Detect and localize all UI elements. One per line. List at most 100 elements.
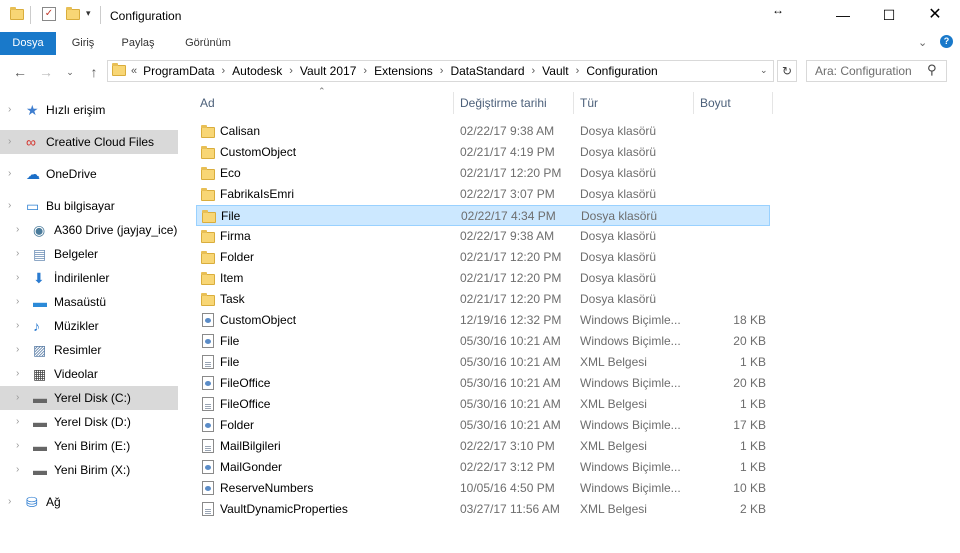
breadcrumb-item[interactable]: Extensions: [374, 64, 433, 78]
minimize-button[interactable]: —: [820, 0, 866, 30]
chevron-right-icon[interactable]: ›: [8, 130, 11, 154]
maximize-button[interactable]: ☐: [866, 0, 912, 30]
column-header-date[interactable]: Değiştirme tarihi: [460, 92, 547, 114]
nav-item[interactable]: › ⛁ Ağ: [0, 490, 178, 514]
address-dropdown-icon[interactable]: ⌄: [760, 65, 768, 76]
chevron-right-icon[interactable]: ›: [16, 314, 19, 338]
forward-button[interactable]: →: [36, 62, 56, 82]
nav-item[interactable]: › ◉ A360 Drive (jayjay_ice): [0, 218, 178, 242]
chevron-right-icon[interactable]: ›: [532, 65, 536, 77]
new-folder-icon[interactable]: [66, 7, 80, 20]
quick-access-dropdown-icon[interactable]: ▾: [86, 8, 91, 19]
breadcrumb-item[interactable]: Vault: [542, 64, 568, 78]
nav-item[interactable]: › ☁ OneDrive: [0, 162, 178, 186]
file-row[interactable]: File 05/30/16 10:21 AM XML Belgesi 1 KB: [196, 352, 770, 373]
refresh-button[interactable]: ↻: [777, 60, 797, 82]
breadcrumb-item[interactable]: ProgramData: [143, 64, 214, 78]
recent-locations-icon[interactable]: ⌄: [60, 62, 80, 82]
nav-item[interactable]: › ▨ Resimler: [0, 338, 178, 362]
breadcrumb-item[interactable]: Vault 2017: [300, 64, 357, 78]
column-divider[interactable]: [772, 92, 773, 114]
chevron-right-icon[interactable]: ›: [16, 290, 19, 314]
file-row[interactable]: FabrikaIsEmri 02/22/17 3:07 PM Dosya klasö…: [196, 184, 770, 205]
file-row[interactable]: CustomObject 02/21/17 4:19 PM Dosya klasör…: [196, 142, 770, 163]
file-row[interactable]: Firma 02/22/17 9:38 AM Dosya klasörü: [196, 226, 770, 247]
file-row[interactable]: Folder 05/30/16 10:21 AM Windows Biçimle..…: [196, 415, 770, 436]
expand-ribbon-icon[interactable]: ⌄: [918, 36, 927, 49]
file-row[interactable]: VaultDynamicProperties 03/27/17 11:56 AM X…: [196, 499, 770, 520]
chevron-right-icon[interactable]: ›: [16, 434, 19, 458]
nav-item[interactable]: › ♪ Müzikler: [0, 314, 178, 338]
file-row[interactable]: Calisan 02/22/17 9:38 AM Dosya klasörü: [196, 121, 770, 142]
chevron-right-icon[interactable]: ›: [16, 242, 19, 266]
nav-item[interactable]: › ▬ Yeni Birim (X:): [0, 458, 178, 482]
file-row[interactable]: Eco 02/21/17 12:20 PM Dosya klasörü: [196, 163, 770, 184]
column-divider[interactable]: [573, 92, 574, 114]
nav-item-label: Hızlı erişim: [46, 103, 106, 117]
nav-item[interactable]: › ⬇ İndirilenler: [0, 266, 178, 290]
chevron-right-icon[interactable]: ›: [289, 65, 293, 77]
file-row[interactable]: ReserveNumbers 10/05/16 4:50 PM Windows Bi…: [196, 478, 770, 499]
file-date: 02/22/17 3:07 PM: [460, 187, 555, 201]
file-row[interactable]: File 05/30/16 10:21 AM Windows Biçimle... 2…: [196, 331, 770, 352]
nav-item[interactable]: › ▦ Videolar: [0, 362, 178, 386]
chevron-right-icon[interactable]: ›: [16, 266, 19, 290]
breadcrumb-item[interactable]: DataStandard: [450, 64, 524, 78]
chevron-right-icon[interactable]: ›: [363, 65, 367, 77]
video-icon: ▦: [33, 366, 47, 382]
breadcrumb-item[interactable]: Autodesk: [232, 64, 282, 78]
chevron-right-icon[interactable]: ›: [8, 194, 11, 218]
tab-gorunum[interactable]: Görünüm: [172, 32, 244, 55]
properties-icon[interactable]: ✓: [42, 7, 56, 21]
file-row[interactable]: Task 02/21/17 12:20 PM Dosya klasörü: [196, 289, 770, 310]
chevron-right-icon[interactable]: ›: [16, 218, 19, 242]
tab-paylas[interactable]: Paylaş: [112, 32, 164, 55]
file-row[interactable]: FileOffice 05/30/16 10:21 AM XML Belgesi 1 …: [196, 394, 770, 415]
file-name: MailBilgileri: [220, 439, 281, 453]
nav-item[interactable]: › ▬ Masaüstü: [0, 290, 178, 314]
column-divider[interactable]: [453, 92, 454, 114]
chevron-right-icon[interactable]: ›: [16, 410, 19, 434]
chevron-right-icon[interactable]: ›: [222, 65, 226, 77]
back-button[interactable]: ←: [10, 62, 30, 82]
file-date: 02/21/17 12:20 PM: [460, 292, 562, 306]
breadcrumb-item[interactable]: Configuration: [586, 64, 657, 78]
help-icon[interactable]: ?: [940, 35, 953, 48]
tab-giris[interactable]: Giriş: [60, 32, 106, 55]
nav-item[interactable]: › ▬ Yeni Birim (E:): [0, 434, 178, 458]
file-row[interactable]: Folder 02/21/17 12:20 PM Dosya klasörü: [196, 247, 770, 268]
nav-item-label: Masaüstü: [54, 295, 107, 309]
chevron-right-icon[interactable]: ›: [440, 65, 444, 77]
search-icon[interactable]: ⚲: [927, 62, 937, 78]
close-button[interactable]: ✕: [912, 0, 958, 30]
xaml-file-icon: [202, 334, 214, 348]
file-row[interactable]: MailBilgileri 02/22/17 3:10 PM XML Belgesi…: [196, 436, 770, 457]
up-button[interactable]: ↑: [84, 62, 104, 82]
chevron-right-icon[interactable]: ›: [16, 338, 19, 362]
file-row[interactable]: File 02/22/17 4:34 PM Dosya klasörü: [196, 205, 770, 226]
nav-item-label: A360 Drive (jayjay_ice): [54, 223, 178, 237]
column-divider[interactable]: [693, 92, 694, 114]
chevron-right-icon[interactable]: ›: [8, 162, 11, 186]
chevron-right-icon[interactable]: ›: [8, 98, 11, 122]
column-header-type[interactable]: Tür: [580, 92, 598, 114]
column-header-size[interactable]: Boyut: [700, 92, 731, 114]
chevron-right-icon[interactable]: ›: [16, 386, 19, 410]
nav-item[interactable]: › ▭ Bu bilgisayar: [0, 194, 178, 218]
chevron-right-icon[interactable]: ›: [8, 490, 11, 514]
file-row[interactable]: Item 02/21/17 12:20 PM Dosya klasörü: [196, 268, 770, 289]
nav-item[interactable]: › ∞ Creative Cloud Files: [0, 130, 178, 154]
file-row[interactable]: FileOffice 05/30/16 10:21 AM Windows Biçim…: [196, 373, 770, 394]
nav-item[interactable]: › ▤ Belgeler: [0, 242, 178, 266]
chevron-right-icon[interactable]: ›: [16, 362, 19, 386]
tab-dosya[interactable]: Dosya: [0, 32, 56, 55]
chevron-right-icon[interactable]: ›: [16, 458, 19, 482]
file-row[interactable]: CustomObject 12/19/16 12:32 PM Windows Biç…: [196, 310, 770, 331]
nav-item[interactable]: › ▬ Yerel Disk (D:): [0, 410, 178, 434]
nav-item[interactable]: › ▬ Yerel Disk (C:): [0, 386, 178, 410]
column-header-name[interactable]: Ad: [200, 92, 215, 114]
file-row[interactable]: MailGonder 02/22/17 3:12 PM Windows Biçiml…: [196, 457, 770, 478]
chevron-right-icon[interactable]: ›: [576, 65, 580, 77]
nav-item[interactable]: › ★ Hızlı erişim: [0, 98, 178, 122]
breadcrumb-overflow[interactable]: «: [131, 65, 137, 77]
